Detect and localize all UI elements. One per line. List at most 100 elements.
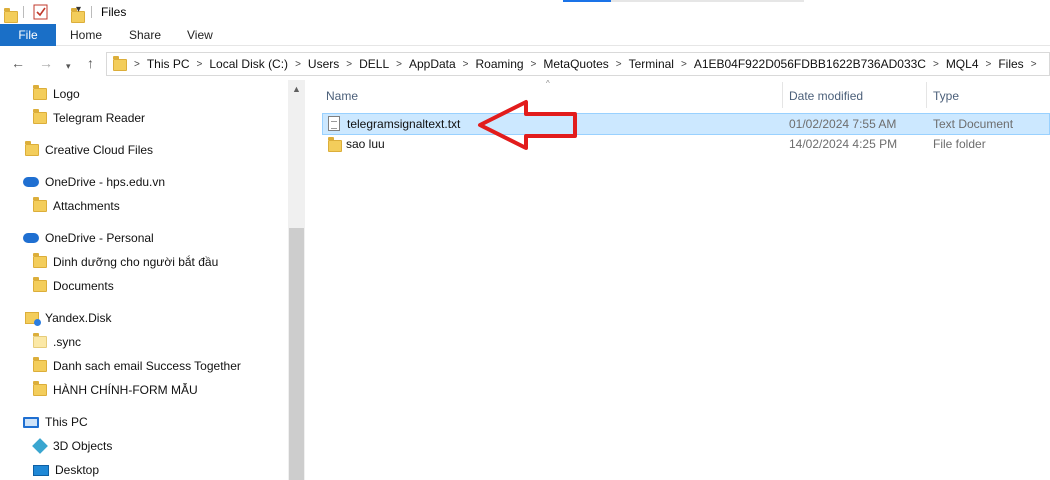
folder-icon (33, 277, 47, 292)
scroll-up-arrow-icon[interactable]: ▲ (288, 82, 305, 96)
column-header-type[interactable]: Type (933, 84, 1043, 108)
back-arrow-icon[interactable]: ← (11, 55, 25, 71)
up-arrow-icon[interactable]: ↑ (87, 55, 94, 71)
nav-item-label: OneDrive - Personal (45, 231, 154, 245)
title-accent-secondary (611, 0, 804, 2)
folder-icon (33, 253, 47, 268)
breadcrumb-dell[interactable]: DELL (359, 57, 389, 71)
chevron-right-icon[interactable]: > (681, 59, 687, 70)
nav-item-label: 3D Objects (53, 439, 113, 453)
chevron-right-icon[interactable]: > (531, 59, 537, 70)
nav-item-label: Documents (53, 279, 114, 293)
breadcrumb-users[interactable]: Users (308, 57, 339, 71)
chevron-right-icon[interactable]: > (396, 59, 402, 70)
forward-arrow-icon[interactable]: → (39, 55, 53, 71)
file-date: 14/02/2024 4:25 PM (789, 137, 898, 151)
separator (91, 6, 92, 18)
nav-item-danh-sach-email[interactable]: Danh sach email Success Together (33, 354, 241, 378)
chevron-right-icon[interactable]: > (933, 59, 939, 70)
nav-item-desktop[interactable]: Desktop (33, 458, 99, 480)
nav-item-label: This PC (45, 415, 88, 429)
column-header-date[interactable]: Date modified (789, 84, 919, 108)
file-type: File folder (933, 137, 986, 151)
3d-objects-icon (32, 438, 48, 454)
nav-item-label: OneDrive - hps.edu.vn (45, 175, 166, 189)
nav-item-documents[interactable]: Documents (33, 274, 114, 298)
file-type: Text Document (933, 117, 1014, 131)
breadcrumb-files[interactable]: Files (998, 57, 1023, 71)
navigation-pane: Logo Telegram Reader Creative Cloud File… (0, 80, 305, 480)
nav-item-dinh-duong[interactable]: Dinh dưỡng cho người bắt đầu (33, 250, 218, 274)
breadcrumb-mql4[interactable]: MQL4 (946, 57, 979, 71)
chevron-right-icon[interactable]: > (986, 59, 992, 70)
nav-item-label: Danh sach email Success Together (53, 359, 241, 373)
nav-item-label: Yandex.Disk (45, 311, 112, 325)
tab-view[interactable]: View (187, 24, 213, 46)
cloud-icon (23, 177, 39, 187)
nav-item-label: Dinh dưỡng cho người bắt đầu (53, 255, 219, 269)
breadcrumb-metaquotes[interactable]: MetaQuotes (543, 57, 608, 71)
nav-item-label: Logo (53, 87, 80, 101)
folder-icon (33, 381, 47, 396)
nav-item-logo[interactable]: Logo (33, 82, 80, 106)
file-name: telegramsignaltext.txt (347, 117, 461, 131)
properties-icon[interactable] (33, 3, 49, 20)
address-bar[interactable]: > This PC > Local Disk (C:) > Users > DE… (106, 52, 1050, 76)
tab-share[interactable]: Share (129, 24, 161, 46)
nav-item-telegram-reader[interactable]: Telegram Reader (33, 106, 145, 130)
nav-item-creative-cloud[interactable]: Creative Cloud Files (25, 138, 153, 162)
annotation-arrow-icon (478, 100, 577, 150)
text-file-icon (328, 116, 340, 131)
breadcrumb-roaming[interactable]: Roaming (476, 57, 524, 71)
chevron-right-icon[interactable]: > (463, 59, 469, 70)
recent-locations-chevron-icon[interactable]: ▾ (66, 58, 71, 74)
nav-item-onedrive-personal[interactable]: OneDrive - Personal (23, 226, 154, 250)
nav-item-yandex-disk[interactable]: Yandex.Disk (25, 306, 111, 330)
chevron-right-icon[interactable]: > (197, 59, 203, 70)
folder-icon (33, 333, 47, 348)
breadcrumb-terminal-id[interactable]: A1EB04F922D056FDBB1622B736AD033C (694, 57, 926, 71)
chevron-right-icon: > (134, 58, 140, 70)
breadcrumb-local-disk[interactable]: Local Disk (C:) (209, 57, 288, 71)
file-date: 01/02/2024 7:55 AM (789, 117, 897, 131)
breadcrumb-appdata[interactable]: AppData (409, 57, 456, 71)
pc-icon (23, 416, 39, 428)
nav-item-sync[interactable]: .sync (33, 330, 81, 354)
nav-item-label: .sync (53, 335, 82, 349)
nav-item-onedrive-hps[interactable]: OneDrive - hps.edu.vn (23, 170, 165, 194)
nav-item-label: Attachments (53, 199, 120, 213)
folder-icon (25, 141, 39, 156)
chevron-right-icon[interactable]: > (346, 59, 352, 70)
chevron-right-icon[interactable]: > (1031, 59, 1037, 70)
nav-item-label: Desktop (55, 463, 100, 477)
tab-home[interactable]: Home (70, 24, 102, 46)
file-row-telegramsignaltext[interactable]: telegramsignaltext.txt 01/02/2024 7:55 A… (322, 113, 1050, 135)
ribbon: File Home Share View (0, 24, 1050, 46)
desktop-icon (33, 464, 49, 476)
nav-pane-scrollbar[interactable]: ▲ (288, 80, 305, 480)
nav-item-attachments[interactable]: Attachments (33, 194, 120, 218)
title-accent (563, 0, 611, 2)
cloud-icon (23, 233, 39, 243)
folder-icon (33, 109, 47, 124)
breadcrumb-terminal[interactable]: Terminal (629, 57, 674, 71)
folder-icon (4, 8, 18, 23)
breadcrumb-this-pc[interactable]: This PC (147, 57, 190, 71)
nav-item-this-pc[interactable]: This PC (23, 410, 88, 434)
file-row-sao-luu[interactable]: sao luu 14/02/2024 4:25 PM File folder (322, 134, 1050, 156)
column-divider[interactable] (782, 82, 783, 108)
nav-item-label: Creative Cloud Files (45, 143, 154, 157)
nav-item-hanh-chinh[interactable]: HÀNH CHÍNH-FORM MẪU (33, 378, 198, 402)
tab-file[interactable]: File (0, 24, 56, 46)
yandex-folder-icon (25, 312, 41, 326)
window-title: Files (101, 5, 127, 19)
column-divider[interactable] (926, 82, 927, 108)
scroll-thumb[interactable] (289, 228, 304, 480)
folder-icon (113, 56, 127, 71)
customize-toolbar-icon[interactable]: ▾ (76, 4, 81, 15)
nav-item-3d-objects[interactable]: 3D Objects (32, 434, 113, 458)
file-name: sao luu (346, 137, 385, 151)
chevron-right-icon[interactable]: > (616, 59, 622, 70)
chevron-right-icon[interactable]: > (295, 59, 301, 70)
separator (23, 6, 24, 18)
